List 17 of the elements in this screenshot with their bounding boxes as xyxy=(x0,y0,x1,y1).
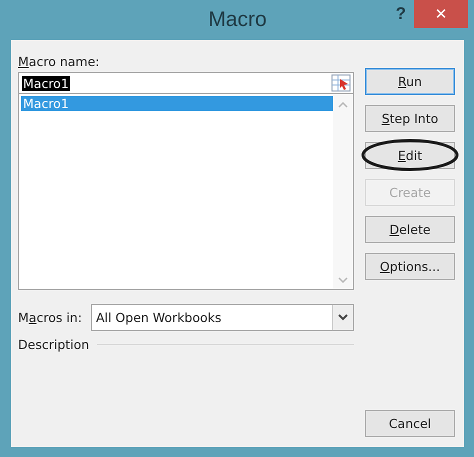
window-title: Macro xyxy=(208,8,267,32)
dropdown-caret-icon xyxy=(338,314,348,321)
macro-name-field[interactable]: Macro1 xyxy=(18,72,354,94)
macros-in-label: Macros in: xyxy=(18,310,82,325)
range-picker-icon[interactable] xyxy=(331,74,351,92)
close-button[interactable]: ✕ xyxy=(414,0,468,28)
dialog-button[interactable]: Delete xyxy=(365,216,455,243)
description-label: Description xyxy=(18,337,90,352)
dialog-button[interactable]: Options... xyxy=(365,253,455,280)
scroll-down-icon[interactable] xyxy=(338,277,348,283)
macro-name-label: Macro name: xyxy=(18,54,100,69)
dialog-button[interactable]: Step Into xyxy=(365,105,455,132)
scroll-up-icon[interactable] xyxy=(338,102,348,108)
macros-in-dropdown[interactable]: All Open Workbooks xyxy=(90,304,354,331)
cancel-button[interactable]: Cancel xyxy=(365,410,455,437)
help-button[interactable]: ? xyxy=(396,4,406,24)
dialog-button[interactable]: Run xyxy=(365,68,455,95)
